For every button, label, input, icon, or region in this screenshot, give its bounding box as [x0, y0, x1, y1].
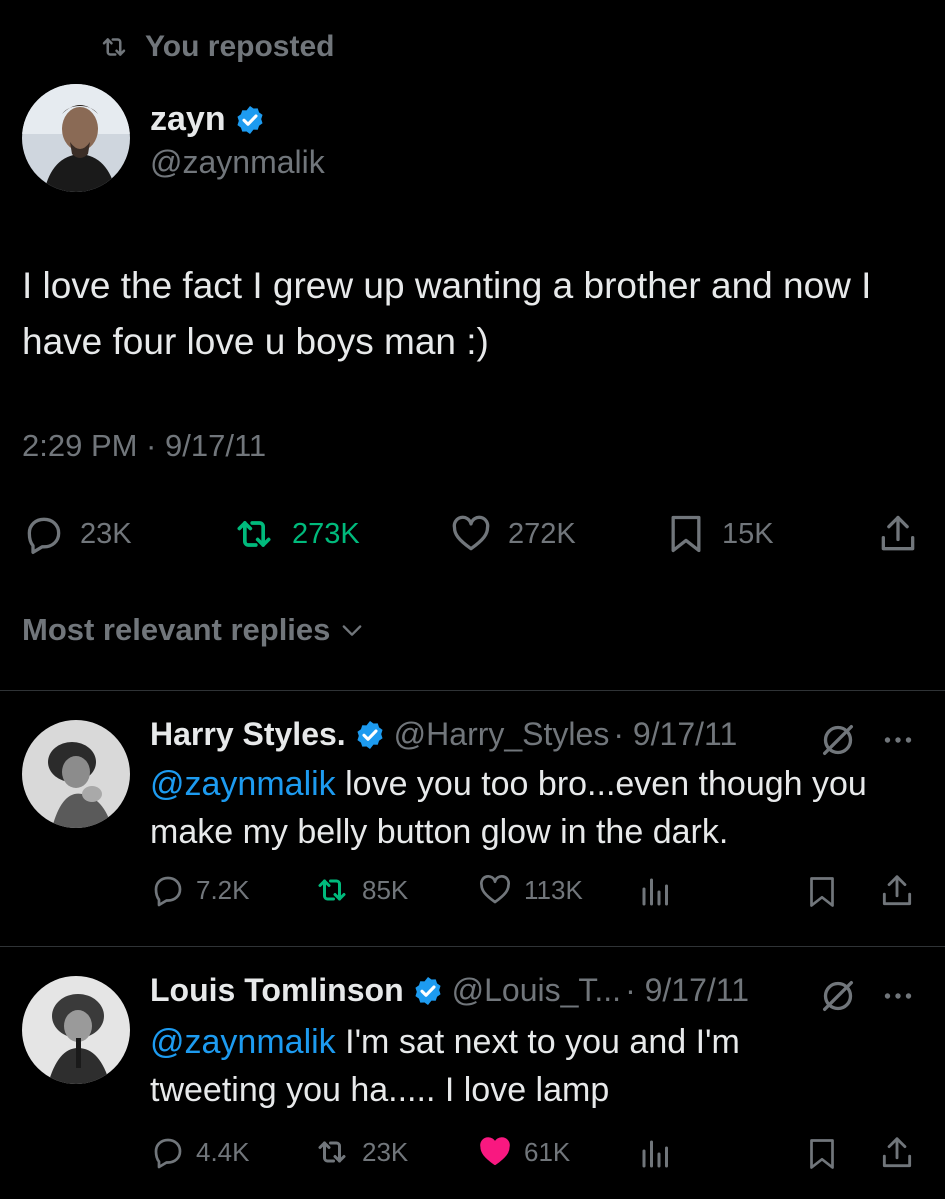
heart-icon — [480, 875, 510, 904]
divider — [0, 690, 945, 691]
divider — [0, 946, 945, 947]
reply-text: @zaynmalik I'm sat next to you and I'm t… — [150, 1018, 830, 1114]
chevron-down-icon — [343, 625, 362, 636]
reply-count: 7.2K — [196, 874, 250, 905]
like-count: 113K — [524, 874, 583, 905]
bookmark-icon — [671, 515, 701, 553]
more-options-button[interactable] — [878, 722, 918, 758]
reply-icon — [154, 876, 182, 907]
more-icon — [884, 993, 912, 999]
repost-count: 273K — [292, 517, 360, 550]
reply-avatar[interactable] — [22, 976, 130, 1084]
repost-button[interactable]: 273K — [230, 512, 360, 556]
like-count: 61K — [524, 1136, 571, 1167]
bookmark-button[interactable]: 15K — [664, 510, 774, 558]
reply-button[interactable]: 23K — [22, 512, 132, 556]
reply-date[interactable]: · 9/17/11 — [625, 972, 749, 1009]
heart-icon — [452, 515, 490, 551]
repost-button[interactable]: 85K — [312, 872, 408, 908]
share-icon — [882, 1137, 912, 1168]
share-button[interactable] — [876, 512, 920, 556]
repost-banner: You reposted — [95, 30, 334, 64]
reply-display-name[interactable]: Harry Styles. — [150, 716, 346, 753]
share-button[interactable] — [878, 872, 916, 910]
analytics-icon — [642, 878, 668, 906]
verified-badge-icon — [237, 105, 263, 134]
repost-count: 23K — [362, 1136, 409, 1167]
reply-count: 4.4K — [196, 1136, 250, 1167]
reply-text: @zaynmalik love you too bro...even thoug… — [150, 760, 930, 856]
repost-button[interactable]: 23K — [312, 1134, 408, 1170]
reply-icon — [154, 1138, 182, 1169]
author-handle[interactable]: @zaynmalik — [150, 144, 325, 181]
reply-handle[interactable]: @Louis_T... — [452, 972, 621, 1009]
like-button[interactable]: 272K — [448, 512, 576, 556]
author-avatar[interactable] — [22, 84, 130, 192]
repost-icon — [318, 1141, 346, 1163]
reply-date[interactable]: · 9/17/11 — [613, 716, 737, 753]
more-icon — [884, 737, 912, 743]
bookmark-button[interactable] — [804, 872, 840, 912]
author-display-name[interactable]: zayn — [150, 100, 226, 139]
heart-filled-icon — [480, 1137, 510, 1166]
repost-icon — [318, 879, 346, 901]
mention-link[interactable]: @zaynmalik — [150, 765, 336, 803]
bookmark-button[interactable] — [804, 1134, 840, 1174]
grok-button[interactable] — [818, 720, 858, 760]
reply-button[interactable]: 7.2K — [150, 872, 250, 908]
reply-handle[interactable]: @Harry_Styles — [394, 716, 610, 753]
bookmark-count: 15K — [722, 517, 774, 550]
like-count: 272K — [508, 517, 576, 550]
verified-badge-icon — [415, 976, 441, 1005]
analytics-button[interactable] — [638, 1136, 674, 1172]
bookmark-icon — [810, 877, 834, 907]
replies-sort-dropdown[interactable]: Most relevant replies — [22, 612, 366, 648]
reply-header: Louis Tomlinson @Louis_T... · 9/17/11 — [150, 972, 749, 1009]
reply-header: Harry Styles. @Harry_Styles · 9/17/11 — [150, 716, 737, 753]
share-button[interactable] — [878, 1134, 916, 1172]
grok-icon — [823, 725, 853, 755]
reply-button[interactable]: 4.4K — [150, 1134, 250, 1170]
reply-avatar[interactable] — [22, 720, 130, 828]
share-icon — [881, 515, 915, 551]
share-icon — [882, 875, 912, 906]
more-options-button[interactable] — [878, 978, 918, 1014]
bookmark-icon — [810, 1139, 834, 1169]
reply-display-name[interactable]: Louis Tomlinson — [150, 972, 404, 1009]
replies-sort-label: Most relevant replies — [22, 612, 331, 647]
repost-icon — [237, 521, 271, 547]
grok-icon — [823, 981, 853, 1011]
repost-icon — [102, 38, 126, 56]
verified-badge-icon — [357, 720, 383, 749]
grok-button[interactable] — [818, 976, 858, 1016]
tweet-text: I love the fact I grew up wanting a brot… — [22, 265, 872, 362]
analytics-icon — [642, 1140, 668, 1168]
repost-count: 85K — [362, 874, 409, 905]
like-button[interactable]: 61K — [476, 1134, 570, 1170]
analytics-button[interactable] — [638, 874, 674, 910]
repost-banner-label: You reposted — [145, 30, 335, 63]
like-button[interactable]: 113K — [476, 872, 583, 908]
reply-icon — [27, 517, 61, 554]
tweet-timestamp[interactable]: 2:29 PM · 9/17/11 — [22, 428, 266, 464]
mention-link[interactable]: @zaynmalik — [150, 1023, 336, 1061]
reply-count: 23K — [80, 517, 132, 550]
